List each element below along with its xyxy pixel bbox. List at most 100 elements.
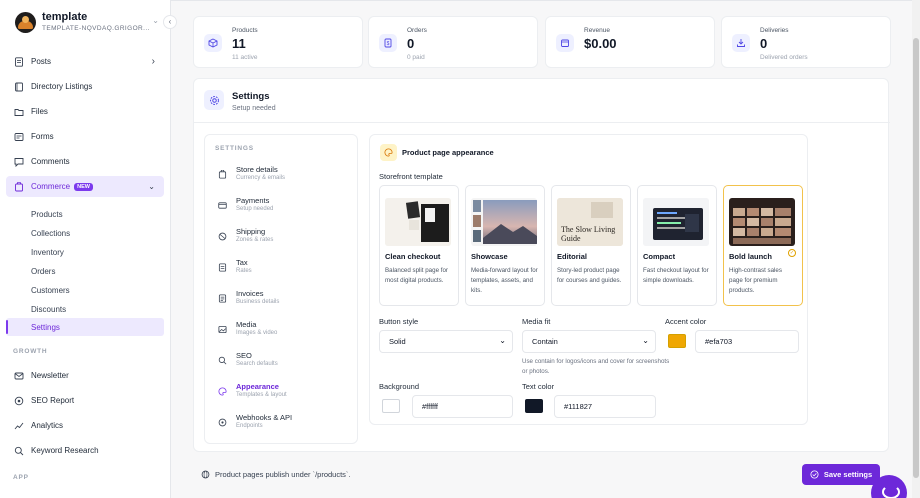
workspace-switcher[interactable]: template TEMPLATE-NQVDAQ.GRIGOR... ⌄ [15, 11, 165, 35]
sidebar-item-label: Comments [31, 157, 70, 166]
template-name: Showcase [471, 252, 508, 261]
background-label: Background [379, 382, 420, 391]
stat-subtext: 0 paid [407, 54, 425, 61]
save-settings-label: Save settings [823, 470, 873, 479]
settings-nav-seo[interactable]: SEO Search defaults [217, 348, 351, 374]
template-name: Bold launch [729, 252, 772, 261]
template-option-clean-checkout[interactable]: Clean checkout Balanced split page for m… [379, 185, 459, 306]
webhook-icon [217, 417, 227, 427]
settings-nav-tax[interactable]: Tax Rates [217, 255, 351, 281]
appearance-title: Product page appearance [402, 148, 494, 157]
accent-color-input[interactable]: #efa703 [695, 330, 799, 353]
settings-status: Setup needed [232, 105, 276, 112]
settings-nav-invoices[interactable]: Invoices Business details [217, 286, 351, 312]
sidebar-item-forms[interactable]: Forms [6, 126, 164, 147]
sidebar-item-comments[interactable]: Comments [6, 151, 164, 172]
wallet-icon [556, 34, 574, 52]
background-color-swatch[interactable] [382, 399, 400, 413]
download-icon [732, 34, 750, 52]
settings-nav-desc: Currency & emails [236, 175, 286, 181]
sidebar-item-commerce[interactable]: Commerce NEW ⌄ [6, 176, 164, 197]
sidebar-item-newsletter[interactable]: Newsletter [6, 365, 164, 386]
stat-subtext: Delivered orders [760, 54, 808, 61]
accent-color-swatch[interactable] [668, 334, 686, 348]
image-icon [217, 324, 227, 334]
receipt-icon: $ [379, 34, 397, 52]
chevron-down-icon: ⌄ [642, 336, 649, 345]
stat-label: Orders [407, 27, 427, 34]
sidebar-subitem-orders[interactable]: Orders [6, 262, 164, 280]
settings-nav-store-details[interactable]: Store details Currency & emails [217, 162, 351, 188]
settings-nav-appearance[interactable]: Appearance Templates & layout [217, 379, 351, 405]
palette-icon [380, 144, 397, 161]
text-color-input[interactable]: #111827 [554, 395, 656, 418]
stat-label: Revenue [584, 27, 611, 34]
template-thumbnail [471, 198, 537, 246]
sidebar-item-files[interactable]: Files [6, 101, 164, 122]
page-scrollbar[interactable] [912, 0, 920, 498]
store-icon [217, 169, 227, 179]
sidebar-item-posts[interactable]: Posts › [6, 51, 164, 72]
sidebar-subitem-products[interactable]: Products [6, 205, 164, 223]
text-color-label: Text color [522, 382, 555, 391]
sidebar-item-directory-listings[interactable]: Directory Listings [6, 76, 164, 97]
sidebar-subitem-collections[interactable]: Collections [6, 224, 164, 242]
svg-text:$: $ [387, 41, 390, 47]
settings-nav-label: Invoices [236, 289, 264, 298]
sidebar-item-analytics[interactable]: Analytics [6, 415, 164, 436]
sidebar-item-keyword-research[interactable]: Keyword Research [6, 440, 164, 461]
collapse-sidebar-button[interactable]: ‹ [163, 15, 177, 29]
chevron-down-icon: ⌄ [148, 182, 155, 191]
settings-nav-desc: Zones & rates [236, 237, 274, 243]
section-label-app: APP [13, 474, 29, 481]
settings-nav-label: Store details [236, 165, 278, 174]
template-label: Storefront template [379, 172, 443, 181]
sidebar-item-label: SEO Report [31, 396, 75, 405]
save-settings-button[interactable]: Save settings [802, 464, 880, 485]
footer-note: Product pages publish under `/products`. [201, 470, 351, 479]
template-option-editorial[interactable]: The Slow Living Guide Editorial Story-le… [551, 185, 631, 306]
template-thumbnail: The Slow Living Guide [557, 198, 623, 246]
sidebar-subitem-discounts[interactable]: Discounts [6, 300, 164, 318]
template-name: Compact [643, 252, 676, 261]
stat-value: 0 [760, 36, 768, 51]
button-style-value: Solid [389, 337, 406, 346]
accent-color-label: Accent color [665, 317, 707, 326]
gear-icon [204, 90, 224, 110]
workspace-logo [15, 12, 36, 33]
text-color-swatch[interactable] [525, 399, 543, 413]
button-style-select[interactable]: Solid ⌄ [379, 330, 513, 353]
settings-nav-label: Tax [236, 258, 248, 267]
chat-launcher-button[interactable] [871, 475, 907, 498]
sidebar-item-label: Analytics [31, 421, 64, 430]
media-fit-help: Use contain for logos/icons and cover fo… [522, 358, 670, 375]
sidebar-subitem-inventory[interactable]: Inventory [6, 243, 164, 261]
settings-nav-payments[interactable]: Payments Setup needed [217, 193, 351, 219]
media-fit-label: Media fit [522, 317, 551, 326]
sidebar-item-label: Newsletter [31, 371, 69, 380]
settings-nav-label: Shipping [236, 227, 266, 236]
invoice-icon [217, 293, 227, 303]
sidebar-subitem-settings[interactable]: Settings [6, 318, 164, 336]
background-color-input[interactable]: #ffffff [412, 395, 513, 418]
sidebar-subitem-customers[interactable]: Customers [6, 281, 164, 299]
template-option-bold-launch[interactable]: Bold launch ✓ High-contrast sales page f… [723, 185, 803, 306]
appearance-panel: Product page appearance Storefront templ… [369, 134, 808, 425]
settings-nav-media[interactable]: Media Images & video [217, 317, 351, 343]
template-option-showcase[interactable]: Showcase Media-forward layout for templa… [465, 185, 545, 306]
globe-icon [201, 470, 210, 479]
settings-nav-heading: SETTINGS [215, 145, 254, 152]
sidebar-item-label: Directory Listings [31, 82, 93, 91]
search-icon [217, 355, 227, 365]
settings-nav-shipping[interactable]: Shipping Zones & rates [217, 224, 351, 250]
tax-icon [217, 262, 227, 272]
settings-nav-webhooks[interactable]: Webhooks & API Endpoints [217, 410, 351, 436]
settings-nav-desc: Endpoints [236, 423, 263, 429]
sidebar-item-seo-report[interactable]: SEO Report [6, 390, 164, 411]
seo-icon [14, 396, 24, 406]
template-option-compact[interactable]: Compact Fast checkout layout for simple … [637, 185, 717, 306]
scrollbar-thumb[interactable] [913, 38, 919, 478]
stat-card-revenue: Revenue $0.00 [545, 16, 715, 68]
media-fit-select[interactable]: Contain ⌄ [522, 330, 656, 353]
template-thumbnail [729, 198, 795, 246]
